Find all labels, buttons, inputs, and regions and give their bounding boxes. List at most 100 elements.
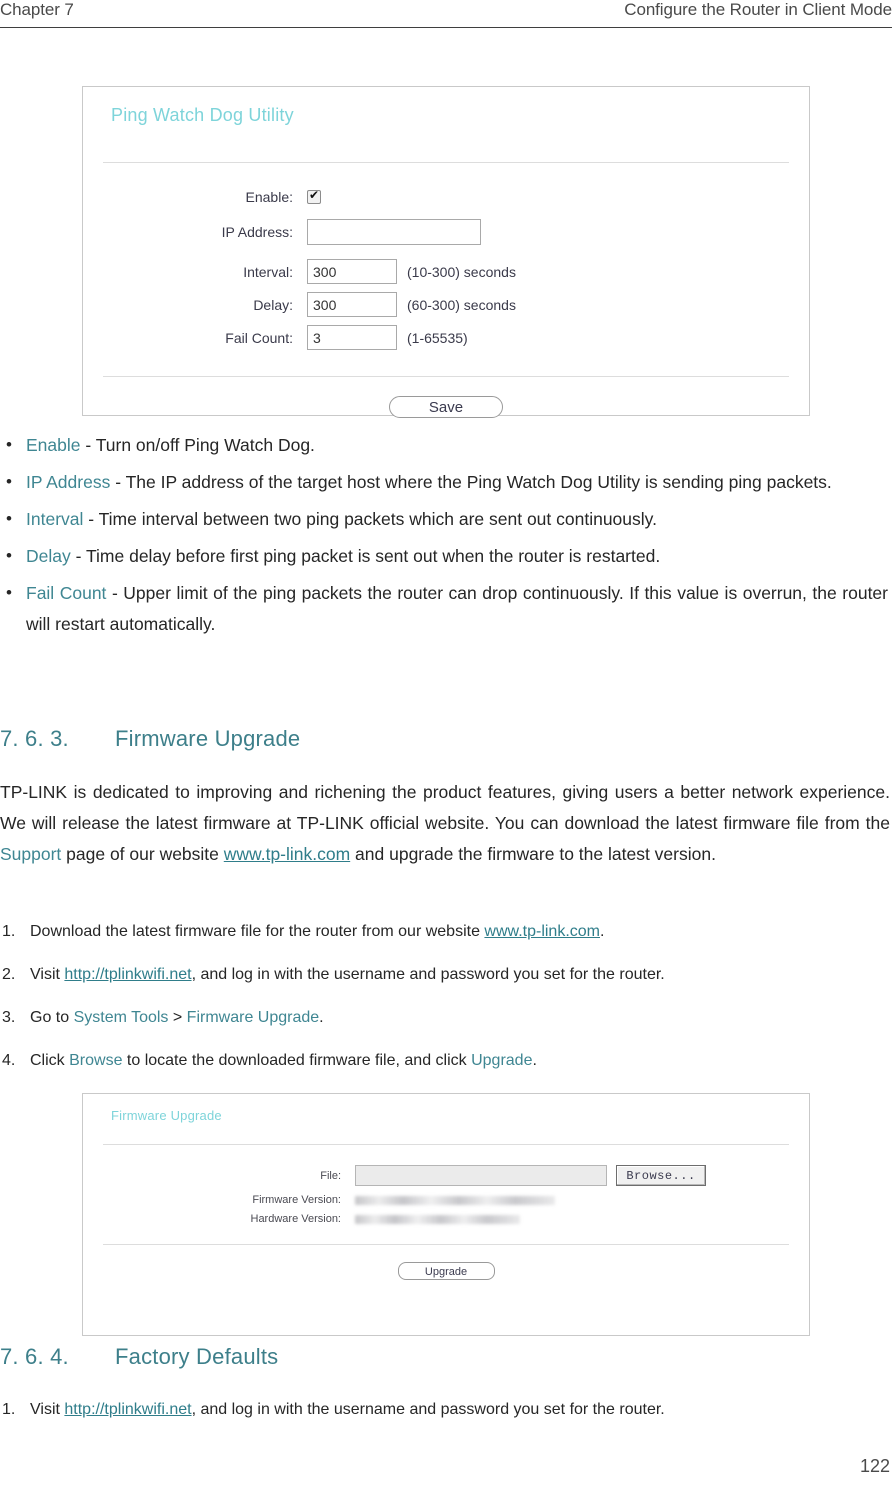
file-label: File: [320, 1169, 341, 1182]
step-item-3: 3. Go to System Tools > Firmware Upgrade. [0, 1004, 890, 1031]
bullet-term: Fail Count [26, 583, 107, 603]
step-text-before: Visit [30, 1401, 65, 1418]
bullet-term: IP Address [26, 472, 111, 492]
ping-watchdog-panel-title: Ping Watch Dog Utility [111, 105, 294, 125]
save-button-row: Save [83, 377, 809, 418]
browse-reference[interactable]: Browse [69, 1052, 122, 1069]
interval-hint: (10-300) seconds [407, 263, 516, 280]
tplinkwifi-link[interactable]: http://tplinkwifi.net [64, 1401, 191, 1418]
bullet-text: - Time interval between two ping packets… [83, 509, 657, 529]
paragraph-text-part2: page of our website [61, 844, 224, 864]
form-row-ip-address: IP Address: [83, 219, 809, 245]
section-number: 7. 6. 4. [0, 1344, 69, 1369]
step-text-before: Download the latest firmware file for th… [30, 923, 485, 940]
factory-defaults-steps: 1. Visit http://tplinkwifi.net, and log i… [0, 1396, 890, 1439]
step-text-before: Visit [30, 966, 65, 983]
step-text-after: . [319, 1009, 324, 1026]
step-text-middle: > [168, 1009, 187, 1026]
bullet-text: - Time delay before first ping packet is… [70, 546, 661, 566]
delay-label: Delay: [253, 296, 293, 313]
upgrade-reference[interactable]: Upgrade [471, 1052, 532, 1069]
section-title: Factory Defaults [115, 1344, 279, 1369]
hardware-version-value [355, 1214, 520, 1224]
header-divider [0, 27, 892, 28]
step-index: 1. [2, 923, 16, 940]
step-item-4: 4. Click Browse to locate the downloaded … [0, 1047, 890, 1074]
fail-count-label: Fail Count: [225, 329, 293, 346]
delay-hint: (60-300) seconds [407, 296, 516, 313]
tplinkwifi-link[interactable]: http://tplinkwifi.net [64, 966, 191, 983]
step-text-after: . [600, 923, 605, 940]
step-text-after: , and log in with the username and passw… [191, 1401, 665, 1418]
ping-watchdog-panel: Ping Watch Dog Utility Enable: IP Addres… [82, 86, 810, 418]
ip-address-label: IP Address: [221, 224, 293, 240]
firmware-version-label: Firmware Version: [252, 1194, 341, 1206]
form-row-firmware-version: Firmware Version: [83, 1194, 809, 1206]
step-item-2: 2. Visit http://tplinkwifi.net, and log i… [0, 961, 890, 988]
save-button[interactable]: Save [389, 396, 503, 418]
ping-watchdog-field-descriptions: Enable - Turn on/off Ping Watch Dog. IP … [0, 429, 890, 646]
page-running-header: Chapter 7 Configure the Router in Client… [0, 0, 892, 30]
ip-address-input[interactable] [307, 219, 481, 245]
menu-firmware-upgrade[interactable]: Firmware Upgrade [187, 1009, 319, 1026]
enable-checkbox[interactable] [307, 188, 321, 204]
step-item-1: 1. Visit http://tplinkwifi.net, and log i… [0, 1396, 890, 1423]
paragraph-text-part1: TP-LINK is dedicated to improving and ri… [0, 782, 890, 833]
bullet-item-enable: Enable - Turn on/off Ping Watch Dog. [0, 429, 890, 461]
interval-label: Interval: [243, 263, 293, 280]
step-index: 1. [2, 1401, 16, 1418]
step-index: 3. [2, 1009, 16, 1026]
form-row-interval: Interval: (10-300) seconds [83, 259, 809, 284]
firmware-upgrade-panel: Firmware Upgrade File: Browse... Firmwar… [82, 1093, 810, 1336]
tplink-website-link[interactable]: www.tp-link.com [484, 923, 600, 940]
step-text-after: , and log in with the username and passw… [191, 966, 665, 983]
step-item-1: 1. Download the latest firmware file for … [0, 918, 890, 945]
section-heading-firmware-upgrade: 7. 6. 3. Firmware Upgrade [0, 726, 600, 752]
firmware-version-value [355, 1195, 555, 1205]
firmware-upgrade-steps: 1. Download the latest firmware file for … [0, 918, 890, 1090]
hardware-version-label: Hardware Version: [250, 1213, 342, 1225]
delay-input[interactable] [307, 292, 397, 317]
header-title: Configure the Router in Client Mode [624, 0, 892, 19]
bullet-term: Delay [26, 546, 71, 566]
bullet-item-ip-address: IP Address - The IP address of the targe… [0, 466, 890, 498]
upgrade-button-row: Upgrade [83, 1245, 809, 1280]
paragraph-text-part3: and upgrade the firmware to the latest v… [350, 844, 716, 864]
firmware-panel-title: Firmware Upgrade [111, 1108, 222, 1123]
bullet-term: Enable [26, 435, 81, 455]
menu-system-tools[interactable]: System Tools [74, 1009, 169, 1026]
step-text-before: Go to [30, 1009, 74, 1026]
bullet-item-delay: Delay - Time delay before first ping pac… [0, 540, 890, 572]
upgrade-button[interactable]: Upgrade [397, 1262, 495, 1280]
section-number: 7. 6. 3. [0, 726, 69, 751]
ping-watchdog-form: Enable: IP Address: Interval: (10-300) s… [83, 163, 809, 350]
step-text-middle: to locate the downloaded firmware file, … [122, 1052, 472, 1069]
bullet-item-interval: Interval - Time interval between two pin… [0, 503, 890, 535]
file-path-input[interactable] [355, 1165, 607, 1186]
fail-count-hint: (1-65535) [407, 329, 468, 346]
firmware-intro-paragraph: TP-LINK is dedicated to improving and ri… [0, 777, 890, 870]
bullet-text: - Turn on/off Ping Watch Dog. [80, 435, 315, 455]
form-row-delay: Delay: (60-300) seconds [83, 292, 809, 317]
section-title: Firmware Upgrade [115, 726, 301, 751]
form-row-fail-count: Fail Count: (1-65535) [83, 325, 809, 350]
support-link[interactable]: Support [0, 844, 61, 864]
bullet-text: - Upper limit of the ping packets the ro… [26, 583, 888, 634]
firmware-upgrade-form: File: Browse... Firmware Version: Hardwa… [83, 1145, 809, 1225]
step-text-after: . [532, 1052, 537, 1069]
form-row-file: File: Browse... [83, 1165, 809, 1186]
form-row-enable: Enable: [83, 188, 809, 205]
page-number: 122 [859, 1456, 890, 1476]
header-chapter: Chapter 7 [0, 0, 74, 19]
step-text-before: Click [30, 1052, 70, 1069]
browse-button[interactable]: Browse... [616, 1165, 706, 1186]
section-heading-factory-defaults: 7. 6. 4. Factory Defaults [0, 1344, 600, 1370]
bullet-item-fail-count: Fail Count - Upper limit of the ping pac… [0, 577, 890, 640]
form-row-hardware-version: Hardware Version: [83, 1213, 809, 1225]
enable-label: Enable: [245, 189, 293, 205]
tplink-website-link[interactable]: www.tp-link.com [224, 844, 350, 864]
interval-input[interactable] [307, 259, 397, 284]
fail-count-input[interactable] [307, 325, 397, 350]
bullet-term: Interval [26, 509, 84, 529]
step-index: 2. [2, 966, 16, 983]
